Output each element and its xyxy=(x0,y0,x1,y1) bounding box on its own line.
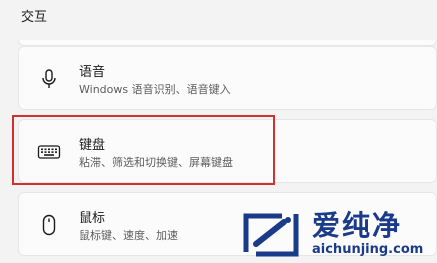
watermark-en-text: aichunjing.com xyxy=(312,242,424,257)
mouse-icon xyxy=(37,213,61,237)
watermark: 爱纯净 aichunjing.com xyxy=(236,200,437,263)
watermark-logo-icon xyxy=(242,208,300,258)
settings-item-subtitle: 粘滞、筛选和切换键、屏幕键盘 xyxy=(79,156,233,169)
keyboard-icon xyxy=(37,140,61,164)
microphone-icon xyxy=(37,67,61,91)
settings-item-title: 鼠标 xyxy=(79,211,106,226)
section-title: 交互 xyxy=(21,10,48,25)
settings-item-keyboard[interactable]: 键盘 粘滞、筛选和切换键、屏幕键盘 xyxy=(18,119,437,183)
settings-item-subtitle: 鼠标键、速度、加速 xyxy=(79,229,178,242)
watermark-cn-text: 爱纯净 xyxy=(312,209,403,242)
settings-item-title: 键盘 xyxy=(79,138,106,153)
settings-item-title: 语音 xyxy=(79,65,106,80)
settings-item-subtitle: Windows 语音识别、语音键入 xyxy=(79,83,231,96)
settings-item-voice[interactable]: 语音 Windows 语音识别、语音键入 xyxy=(18,46,437,110)
